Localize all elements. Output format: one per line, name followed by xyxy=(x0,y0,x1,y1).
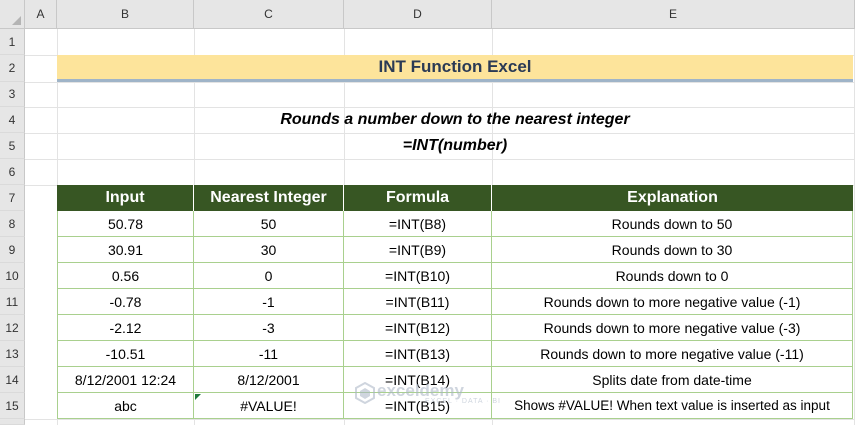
cell-nearest-integer[interactable]: 0 xyxy=(194,263,344,289)
column-header-a[interactable]: A xyxy=(25,0,57,29)
cell-explanation[interactable]: Shows #VALUE! When text value is inserte… xyxy=(492,393,853,419)
row-header-8[interactable]: 8 xyxy=(0,211,25,237)
row-header-7[interactable]: 7 xyxy=(0,185,25,211)
cell-explanation[interactable]: Rounds down to more negative value (-1) xyxy=(492,289,853,315)
watermark-tagline: EXCEL · DATA · BI xyxy=(425,398,501,405)
cell-input[interactable]: -2.12 xyxy=(57,315,194,341)
header-nearest-integer[interactable]: Nearest Integer xyxy=(194,185,344,211)
cell-explanation[interactable]: Rounds down to 30 xyxy=(492,237,853,263)
cell-nearest-integer[interactable]: 30 xyxy=(194,237,344,263)
row-header-12[interactable]: 12 xyxy=(0,315,25,341)
description-text[interactable]: Rounds a number down to the nearest inte… xyxy=(57,108,853,132)
select-all-corner[interactable] xyxy=(0,0,25,29)
title-banner[interactable]: INT Function Excel xyxy=(57,55,853,82)
gridline xyxy=(25,159,855,160)
cell-nearest-integer[interactable]: #VALUE! xyxy=(194,393,344,419)
header-formula[interactable]: Formula xyxy=(344,185,492,211)
cell-formula[interactable]: =INT(B9) xyxy=(344,237,492,263)
cell-formula[interactable]: =INT(B11) xyxy=(344,289,492,315)
cell-formula[interactable]: =INT(B10) xyxy=(344,263,492,289)
gridline xyxy=(25,82,855,83)
row-header-10[interactable]: 10 xyxy=(0,263,25,289)
row-header-4[interactable]: 4 xyxy=(0,107,25,133)
column-header-c[interactable]: C xyxy=(194,0,344,29)
cell-nearest-integer[interactable]: 8/12/2001 xyxy=(194,367,344,393)
error-indicator-icon[interactable] xyxy=(195,394,201,400)
cell-explanation[interactable]: Rounds down to 50 xyxy=(492,211,853,237)
cell-input[interactable]: 8/12/2001 12:24 xyxy=(57,367,194,393)
cell-explanation[interactable]: Rounds down to more negative value (-11) xyxy=(492,341,853,367)
row-header-14[interactable]: 14 xyxy=(0,367,25,393)
row-header-13[interactable]: 13 xyxy=(0,341,25,367)
row-header-11[interactable]: 11 xyxy=(0,289,25,315)
cell-input[interactable]: -10.51 xyxy=(57,341,194,367)
row-header-1[interactable]: 1 xyxy=(0,29,25,55)
header-input[interactable]: Input xyxy=(57,185,194,211)
cell-input[interactable]: abc xyxy=(57,393,194,419)
column-header-d[interactable]: D xyxy=(344,0,492,29)
cell-formula[interactable]: =INT(B12) xyxy=(344,315,492,341)
cell-explanation[interactable]: Splits date from date-time xyxy=(492,367,853,393)
row-header-16[interactable] xyxy=(0,419,25,425)
header-explanation[interactable]: Explanation xyxy=(492,185,853,211)
cell-input[interactable]: -0.78 xyxy=(57,289,194,315)
row-header-9[interactable]: 9 xyxy=(0,237,25,263)
row-header-2[interactable]: 2 xyxy=(0,55,25,82)
syntax-text[interactable]: =INT(number) xyxy=(57,134,853,158)
cell-nearest-integer[interactable]: -1 xyxy=(194,289,344,315)
cell-input[interactable]: 50.78 xyxy=(57,211,194,237)
gridline xyxy=(25,419,855,420)
cell-formula[interactable]: =INT(B8) xyxy=(344,211,492,237)
exceldemy-logo-icon xyxy=(355,382,375,404)
cell-nearest-integer[interactable]: -3 xyxy=(194,315,344,341)
row-header-3[interactable]: 3 xyxy=(0,82,25,107)
cell-explanation[interactable]: Rounds down to 0 xyxy=(492,263,853,289)
cell-formula[interactable]: =INT(B13) xyxy=(344,341,492,367)
row-header-6[interactable]: 6 xyxy=(0,159,25,185)
cell-nearest-integer[interactable]: -11 xyxy=(194,341,344,367)
cell-input[interactable]: 0.56 xyxy=(57,263,194,289)
column-header-e[interactable]: E xyxy=(492,0,855,29)
row-header-15[interactable]: 15 xyxy=(0,393,25,419)
spreadsheet: A B C D E 1 2 3 4 5 6 7 8 9 10 11 12 13 … xyxy=(0,0,855,425)
column-header-b[interactable]: B xyxy=(57,0,194,29)
row-header-5[interactable]: 5 xyxy=(0,133,25,159)
cell-explanation[interactable]: Rounds down to more negative value (-3) xyxy=(492,315,853,341)
watermark-logo: exceldemy EXCEL · DATA · BI xyxy=(355,379,505,407)
cell-nearest-integer[interactable]: 50 xyxy=(194,211,344,237)
cell-input[interactable]: 30.91 xyxy=(57,237,194,263)
